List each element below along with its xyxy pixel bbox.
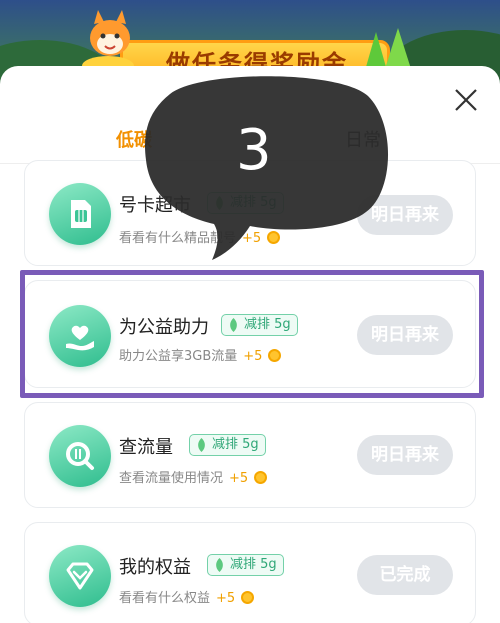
carbon-badge: 减排 5g [221, 314, 298, 336]
leaf-icon [230, 318, 237, 332]
reward-amount: +5 [242, 231, 262, 246]
task-action-button[interactable]: 明日再来 [357, 195, 453, 235]
task-action-button[interactable]: 已完成 [357, 555, 453, 595]
task-icon-circle [49, 183, 111, 245]
leaf-icon [216, 558, 223, 572]
sim-card-icon [71, 200, 91, 228]
heart-hand-icon [66, 325, 94, 351]
desc-text: 查看流量使用情况 [119, 471, 224, 486]
desc-text: 看看有什么权益 [119, 591, 211, 606]
leaf-icon [216, 196, 223, 210]
task-title: 为公益助力 [119, 317, 209, 338]
data-usage-icon [66, 442, 94, 470]
badge-label: 减排 5g [244, 317, 291, 332]
desc-text: 助力公益享3GB流量 [119, 349, 238, 364]
task-action-button[interactable]: 明日再来 [357, 315, 453, 355]
reward-amount: +5 [229, 471, 249, 486]
task-title: 我的权益 [119, 557, 191, 578]
carbon-badge: 减排 5g [207, 192, 284, 214]
task-card-data-usage: 查流量 减排 5g 查看流量使用情况 +5 明日再来 [24, 402, 476, 508]
badge-label: 减排 5g [230, 557, 277, 572]
carbon-badge: 减排 5g [207, 554, 284, 576]
task-description: 查看流量使用情况 +5 [119, 467, 268, 486]
task-icon-circle [49, 425, 111, 487]
task-description: 看看有什么精品靓号 +5 [119, 227, 281, 246]
task-icon-circle [49, 305, 111, 367]
task-icon-circle [49, 545, 111, 607]
desc-text: 看看有什么精品靓号 [119, 231, 237, 246]
reward-amount: +5 [243, 349, 263, 364]
tab-daily[interactable]: 日常 [345, 126, 381, 152]
tab-low-carbon[interactable]: 低碳 [116, 126, 152, 152]
task-card-my-benefits: 我的权益 减排 5g 看看有什么权益 +5 已完成 [24, 522, 476, 623]
close-icon[interactable] [452, 86, 480, 114]
coin-icon [254, 471, 268, 484]
diamond-icon [66, 562, 94, 590]
overlay-step-number: 3 [236, 118, 272, 183]
badge-label: 减排 5g [212, 437, 259, 452]
leaf-icon [198, 438, 205, 452]
task-title: 号卡超市 [119, 195, 191, 216]
coin-icon [267, 231, 281, 244]
task-title: 查流量 [119, 437, 173, 458]
coin-icon [241, 591, 255, 604]
task-action-button[interactable]: 明日再来 [357, 435, 453, 475]
reward-amount: +5 [216, 591, 236, 606]
carbon-badge: 减排 5g [189, 434, 266, 456]
task-description: 看看有什么权益 +5 [119, 587, 255, 606]
coin-icon [268, 349, 282, 362]
badge-label: 减排 5g [230, 195, 277, 210]
task-description: 助力公益享3GB流量 +5 [119, 345, 282, 364]
task-card-charity: 为公益助力 减排 5g 助力公益享3GB流量 +5 明日再来 [24, 280, 476, 388]
